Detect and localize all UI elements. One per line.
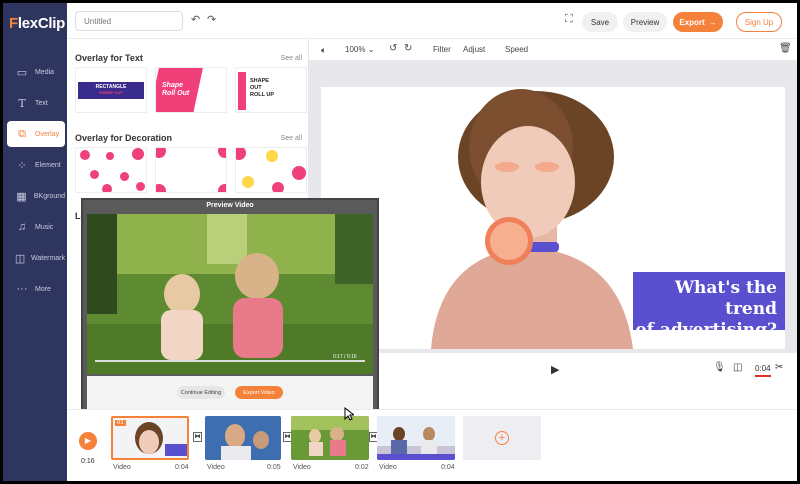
save-button[interactable]: Save bbox=[582, 12, 618, 32]
mouse-cursor-icon bbox=[344, 407, 354, 421]
clip-thumbnail-man bbox=[205, 416, 281, 460]
rotate-left-icon[interactable]: ↺ bbox=[389, 43, 397, 54]
timeline-clip-3[interactable] bbox=[291, 416, 369, 460]
overlay-thumb-rectangle[interactable]: RECTANGLE SWEEP OUT bbox=[75, 67, 147, 113]
clip-badge: 01 bbox=[115, 420, 126, 426]
redo-icon[interactable]: ↷ bbox=[207, 13, 216, 26]
timeline: ▶ 0:16 01 Video 0:04 ⧓ Video 0:05 ⧓ Vide… bbox=[67, 409, 797, 481]
clip-thumbnail-office bbox=[377, 416, 455, 460]
overlay-thumb-shape-roll[interactable]: Shape Roll Out bbox=[155, 67, 227, 113]
arrow-right-icon: → bbox=[708, 17, 717, 27]
element-icon: ⁘ bbox=[17, 159, 27, 172]
sidebar-item-text[interactable]: T Text bbox=[7, 90, 65, 116]
music-icon: ♫ bbox=[17, 221, 27, 233]
see-all-text-link[interactable]: See all bbox=[281, 55, 302, 62]
timeline-clip-2[interactable] bbox=[205, 416, 281, 460]
clip-thumbnail-kids bbox=[291, 416, 369, 460]
background-icon: ▦ bbox=[16, 190, 27, 203]
editor-toolbar: 🔈︎ 100% ⌄ ↺ ↻ Filter Adjust Speed 🗑︎ bbox=[309, 39, 797, 61]
sidebar-item-more[interactable]: ··· More bbox=[7, 276, 65, 302]
clip-1-duration: 0:04 bbox=[175, 464, 189, 471]
preview-progress-track[interactable] bbox=[95, 360, 365, 362]
clip-3-label: Video bbox=[293, 464, 311, 471]
total-duration: 0:16 bbox=[81, 458, 95, 465]
plus-icon: + bbox=[495, 431, 509, 445]
add-clip-button[interactable]: + bbox=[463, 416, 541, 460]
flexclip-editor: FlexClip ▭ Media T Text ⧉ Overlay ⁘ Element … bbox=[3, 3, 797, 481]
volume-icon[interactable]: 🔈︎ bbox=[321, 45, 326, 56]
watermark-icon: ◫ bbox=[14, 252, 26, 265]
sidebar-item-bkground[interactable]: ▦ BKground bbox=[7, 183, 65, 209]
sidebar-item-element[interactable]: ⁘ Element bbox=[7, 152, 65, 178]
overlay-text-heading: Overlay for Text bbox=[75, 53, 143, 63]
preview-time: 0:17 / 0:16 bbox=[333, 354, 357, 360]
overlay-icon: ⧉ bbox=[18, 127, 26, 140]
play-icon: ▶ bbox=[84, 436, 92, 445]
scissors-icon[interactable]: ✂ bbox=[775, 362, 783, 373]
filter-button[interactable]: Filter bbox=[433, 45, 451, 54]
clip-2-duration: 0:05 bbox=[267, 464, 281, 471]
sidebar-item-media[interactable]: ▭ Media bbox=[7, 59, 65, 85]
play-icon[interactable]: ▶ bbox=[551, 363, 559, 376]
overlay-thumb-dots-2[interactable] bbox=[155, 147, 227, 193]
screen-frame: FlexClip ▭ Media T Text ⧉ Overlay ⁘ Element … bbox=[0, 0, 800, 484]
sidebar: FlexClip ▭ Media T Text ⧉ Overlay ⁘ Element … bbox=[3, 3, 67, 481]
media-icon: ▭ bbox=[16, 66, 28, 79]
overlay-decoration-heading: Overlay for Decoration bbox=[75, 133, 173, 143]
headline-overlay[interactable]: What's the trend of advertising? bbox=[633, 272, 785, 340]
speed-button[interactable]: Speed bbox=[505, 45, 528, 54]
undo-icon[interactable]: ↶ bbox=[191, 13, 200, 26]
clip-4-duration: 0:04 bbox=[441, 464, 455, 471]
modal-footer: Continue Editing Export Video bbox=[87, 376, 373, 410]
preview-button[interactable]: Preview bbox=[623, 12, 667, 32]
kids-playing-photo bbox=[87, 214, 373, 374]
zoom-select[interactable]: 100% ⌄ bbox=[345, 45, 374, 54]
overlay-thumb-dots-3[interactable] bbox=[235, 147, 307, 193]
continue-editing-button[interactable]: Continue Editing bbox=[177, 386, 225, 399]
video-canvas[interactable]: What's the trend of advertising? bbox=[321, 87, 785, 349]
playback-bar: ▶ 🎙︎ ◫ 0:04 ✂ bbox=[309, 355, 797, 383]
split-icon[interactable]: ◫ bbox=[733, 362, 742, 373]
timeline-play-button[interactable]: ▶ bbox=[79, 432, 97, 450]
timeline-clip-1[interactable]: 01 bbox=[111, 416, 189, 460]
microphone-icon[interactable]: 🎙︎ bbox=[713, 362, 726, 373]
app-logo[interactable]: FlexClip bbox=[9, 15, 65, 32]
clip-1-label: Video bbox=[113, 464, 131, 471]
fullscreen-icon[interactable]: ⛶ bbox=[565, 13, 573, 26]
sidebar-item-watermark[interactable]: ◫ Watermark bbox=[7, 245, 65, 271]
clip-3-duration: 0:02 bbox=[355, 464, 369, 471]
timeline-clip-4[interactable] bbox=[377, 416, 455, 460]
clip-2-label: Video bbox=[207, 464, 225, 471]
current-time: 0:04 bbox=[755, 364, 771, 377]
sidebar-item-music[interactable]: ♫ Music bbox=[7, 214, 65, 240]
adjust-button[interactable]: Adjust bbox=[463, 45, 485, 54]
top-bar: ↶ ↷ ⛶ Save Preview Export→ Sign Up bbox=[67, 3, 797, 39]
rotate-right-icon[interactable]: ↻ bbox=[404, 43, 412, 54]
sidebar-item-overlay[interactable]: ⧉ Overlay bbox=[7, 121, 65, 147]
preview-video-player[interactable]: 0:17 / 0:16 bbox=[87, 214, 373, 374]
chevron-down-icon: ⌄ bbox=[365, 45, 375, 54]
project-title-input[interactable] bbox=[75, 11, 183, 31]
export-button[interactable]: Export → bbox=[673, 12, 723, 32]
transition-icon[interactable]: ⧓ bbox=[193, 432, 202, 442]
sign-up-button[interactable]: Sign Up bbox=[736, 12, 782, 32]
modal-title: Preview Video bbox=[206, 202, 254, 209]
overlay-thumb-dots-1[interactable] bbox=[75, 147, 147, 193]
more-icon: ··· bbox=[16, 283, 28, 295]
text-icon: T bbox=[18, 96, 26, 110]
clip-4-label: Video bbox=[379, 464, 397, 471]
overlay-thumb-shape-out[interactable]: SHAPE OUT ROLL UP bbox=[235, 67, 307, 113]
preview-video-modal: Preview Video 0:17 / 0:16 Continue Editi… bbox=[81, 198, 379, 414]
see-all-decoration-link[interactable]: See all bbox=[281, 135, 302, 142]
export-video-button[interactable]: Export Video bbox=[235, 386, 283, 399]
trash-icon[interactable]: 🗑︎ bbox=[779, 43, 792, 54]
